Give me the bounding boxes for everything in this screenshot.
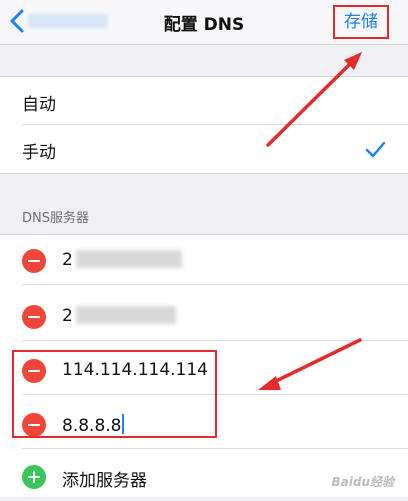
delete-server-icon[interactable] [22,249,46,273]
annotation-highlight-box [12,350,217,438]
mode-option-label: 手动 [22,143,56,163]
dns-mode-group: 自动 手动 [0,76,408,174]
dns-server-row[interactable]: 2 [0,237,408,285]
divider [22,448,408,449]
add-server-label: 添加服务器 [62,471,147,491]
divider [22,284,408,285]
mode-option-manual[interactable]: 手动 [0,125,408,173]
dns-server-value[interactable]: 2 [62,306,73,326]
dns-server-row[interactable]: 2 [0,293,408,341]
dns-server-value[interactable]: 2 [62,250,73,270]
section-header-dns-servers: DNS服务器 [22,211,89,226]
watermark: Baidu经验 [331,475,395,489]
obscured-address [76,306,176,324]
save-button[interactable]: 存储 [333,5,389,39]
mode-option-label: 自动 [22,95,56,115]
checkmark-icon [365,141,386,158]
obscured-address [76,250,182,268]
mode-option-automatic[interactable]: 自动 [0,77,408,125]
delete-server-icon[interactable] [22,305,46,329]
navigation-bar: 配置 DNS 存储 [0,0,408,45]
add-server-icon[interactable] [22,465,46,489]
divider [22,340,408,341]
